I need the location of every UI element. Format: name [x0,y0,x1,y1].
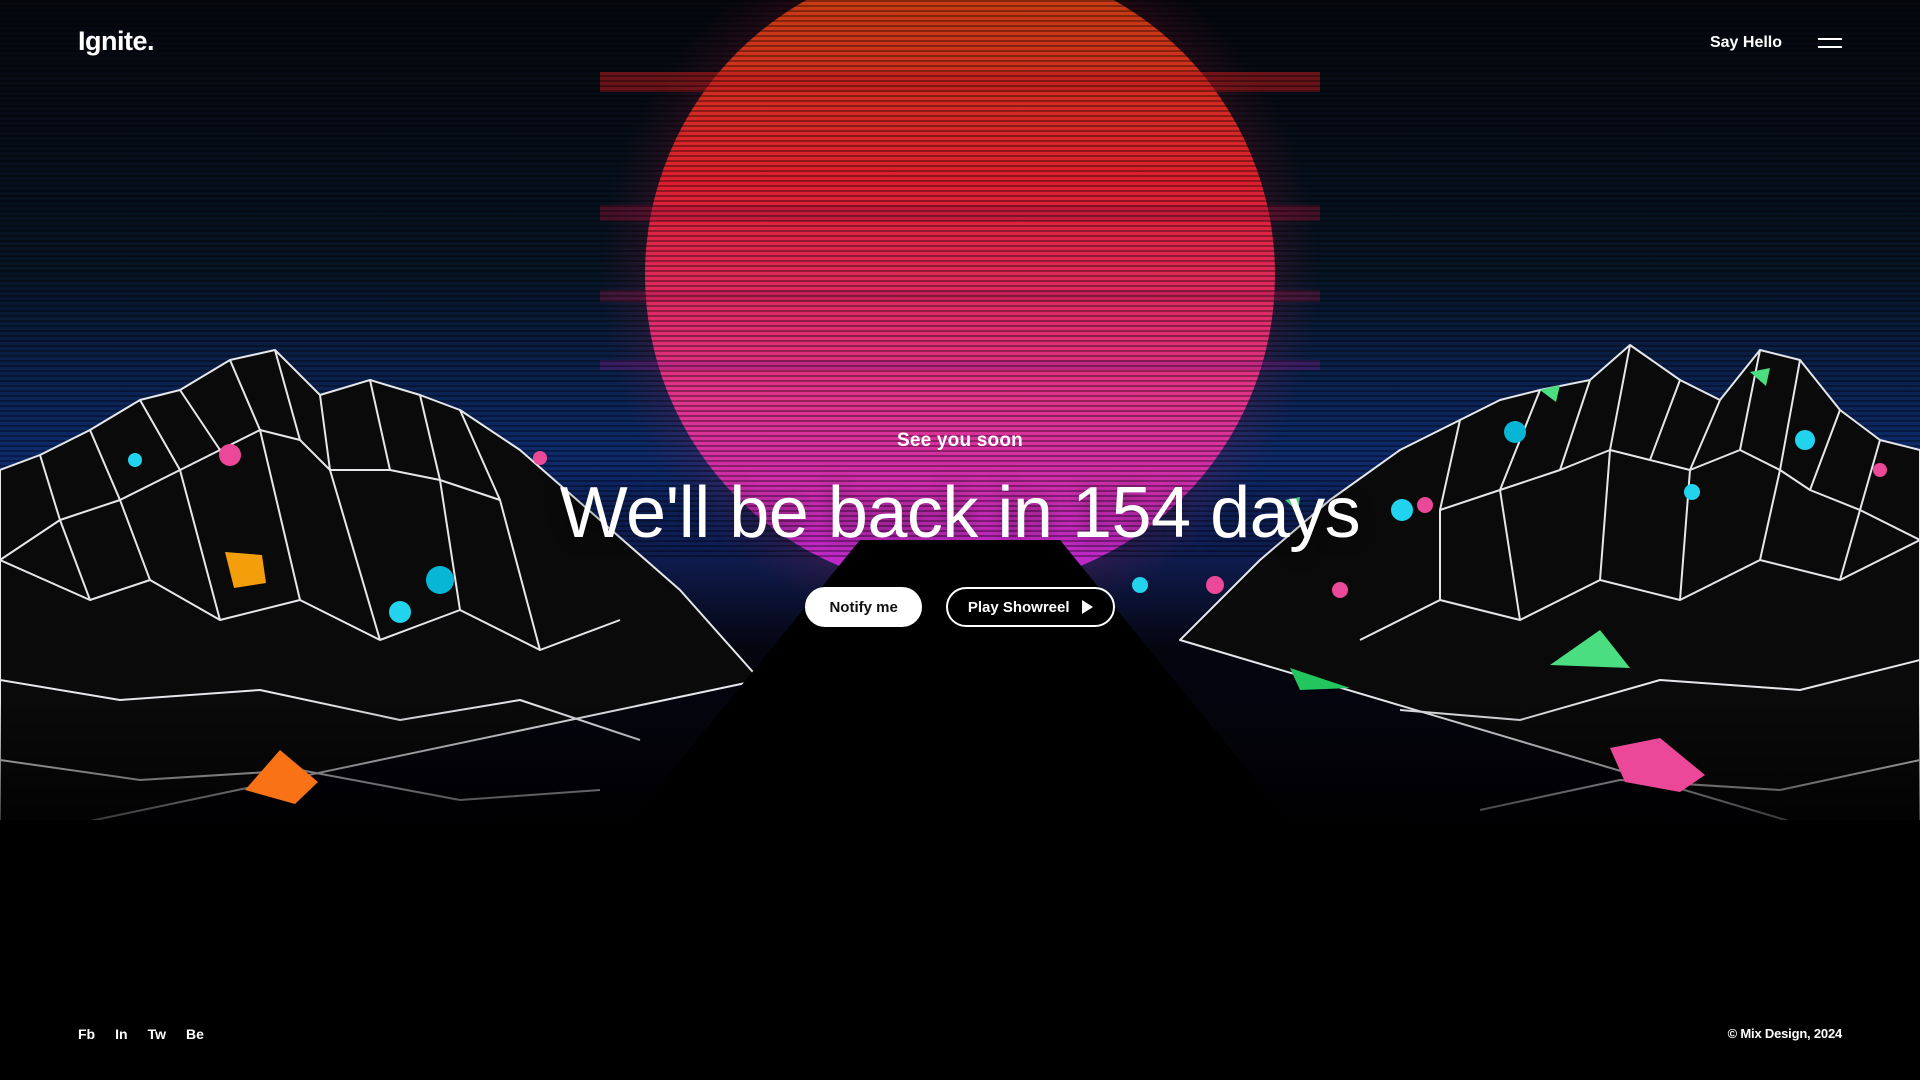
play-showreel-button[interactable]: Play Showreel [945,587,1115,628]
play-showreel-label: Play Showreel [967,598,1070,616]
notify-me-label: Notify me [829,598,898,616]
logo[interactable]: Ignite. [78,26,155,57]
hero-cta-group: Notify me Play Showreel [0,587,1920,628]
social-link-twitter[interactable]: Tw [148,1026,166,1042]
menu-line [1818,46,1842,48]
play-icon [1081,600,1093,615]
social-link-facebook[interactable]: Fb [78,1026,95,1042]
hero-eyebrow: See you soon [897,430,1023,451]
hamburger-menu-icon[interactable] [1818,36,1842,50]
hero-headline: We'll be back in 154 days [559,473,1361,553]
hero-section: See you soon We'll be back in 154 days N… [0,430,1920,628]
say-hello-link[interactable]: Say Hello [1710,34,1782,52]
notify-me-button[interactable]: Notify me [805,587,922,628]
menu-line [1818,38,1842,40]
social-link-linkedin[interactable]: In [115,1026,127,1042]
copyright-text: © Mix Design, 2024 [1727,1026,1843,1041]
social-link-behance[interactable]: Be [186,1026,204,1042]
social-links: Fb In Tw Be [78,1026,204,1042]
coming-soon-page: Ignite. Say Hello See you soon We'll be … [0,0,1920,1080]
